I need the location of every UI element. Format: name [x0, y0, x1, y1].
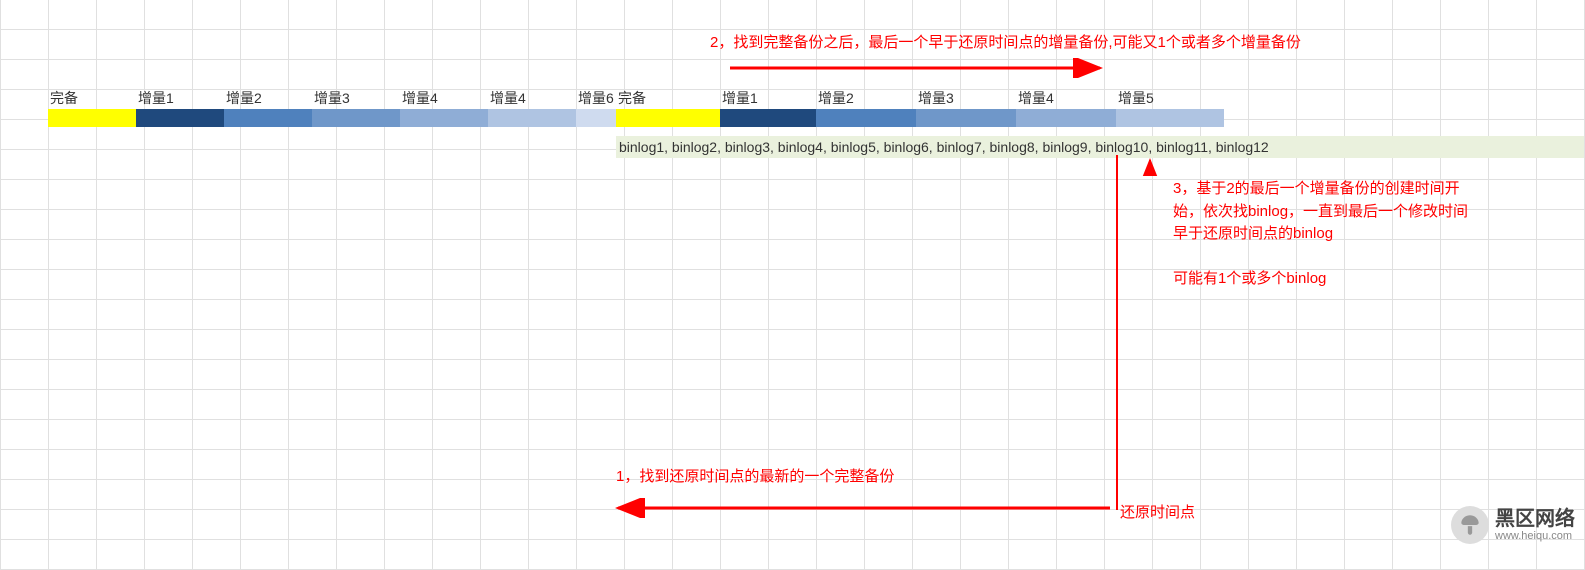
header-cell: 增量2 [224, 87, 312, 109]
header-cell: 增量1 [136, 87, 224, 109]
color-cell [224, 109, 312, 127]
color-cell [916, 109, 1016, 127]
header-cell: 增量4 [488, 87, 576, 109]
color-cell [488, 109, 576, 127]
binlog-list: binlog1, binlog2, binlog3, binlog4, binl… [616, 136, 1584, 158]
annotation-note3-line: 早于还原时间点的binlog [1173, 223, 1583, 246]
color-cell [616, 109, 720, 127]
mushroom-icon [1451, 506, 1489, 544]
color-cell [1016, 109, 1116, 127]
color-cell [720, 109, 816, 127]
arrow-note1-horizontal [610, 498, 1120, 518]
header-cell: 完备 [48, 87, 136, 109]
arrow-note2 [730, 58, 1110, 78]
restore-point-line [1112, 155, 1122, 510]
annotation-note3-line: 可能有1个或多个binlog [1173, 268, 1583, 291]
annotation-note2: 2，找到完整备份之后，最后一个早于还原时间点的增量备份,可能又1个或者多个增量备… [710, 32, 1301, 55]
header-cell: 增量4 [400, 87, 488, 109]
color-cell [816, 109, 916, 127]
header-cell: 增量1 [720, 87, 816, 109]
restore-point-label: 还原时间点 [1120, 502, 1195, 525]
header-cell: 增量3 [312, 87, 400, 109]
backup-colors-set2 [616, 109, 1224, 127]
header-cell: 增量2 [816, 87, 916, 109]
annotation-note3: 3，基于2的最后一个增量备份的创建时间开 始，依次找binlog，一直到最后一个… [1173, 178, 1583, 290]
header-cell: 增量4 [1016, 87, 1116, 109]
annotation-note3-line: 3，基于2的最后一个增量备份的创建时间开 [1173, 178, 1583, 201]
logo-cn: 黑区网络 [1495, 508, 1575, 530]
backup-headers-set1: 完备 增量1 增量2 增量3 增量4 增量4 增量6 [48, 87, 624, 109]
backup-colors-set1 [48, 109, 624, 127]
header-cell: 增量3 [916, 87, 1016, 109]
color-cell [1116, 109, 1224, 127]
color-cell [400, 109, 488, 127]
header-cell: 增量5 [1116, 87, 1224, 109]
logo-en: www.heiqu.com [1495, 530, 1575, 542]
color-cell [136, 109, 224, 127]
color-cell [312, 109, 400, 127]
watermark-logo: 黑区网络 www.heiqu.com [1451, 506, 1575, 544]
header-cell: 完备 [616, 87, 720, 109]
arrow-note3 [1140, 156, 1160, 176]
annotation-note3-line: 始，依次找binlog，一直到最后一个修改时间 [1173, 201, 1583, 224]
backup-headers-set2: 完备 增量1 增量2 增量3 增量4 增量5 [616, 87, 1224, 109]
annotation-note1: 1，找到还原时间点的最新的一个完整备份 [616, 466, 894, 489]
color-cell [48, 109, 136, 127]
